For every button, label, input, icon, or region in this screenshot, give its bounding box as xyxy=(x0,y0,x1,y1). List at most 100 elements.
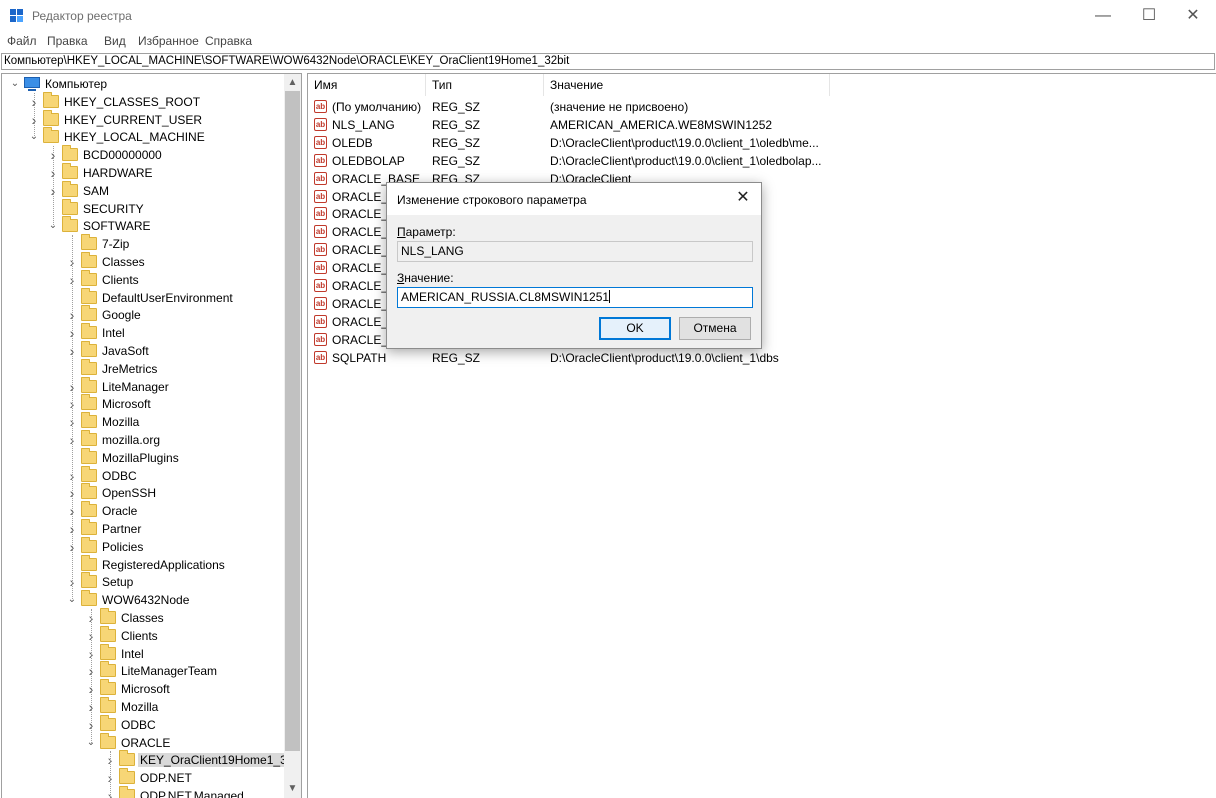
tree-item-label: MozillaPlugins xyxy=(102,450,179,465)
tree-item-label: ORACLE xyxy=(121,735,171,750)
tree-item[interactable]: › ODP.NET.Managed xyxy=(2,786,286,798)
folder-icon xyxy=(119,750,135,767)
tree-item[interactable]: › ODBC xyxy=(2,714,286,734)
value-row[interactable]: ab SQLPATH REG_SZ D:\OracleClient\product\1… xyxy=(308,349,1216,367)
tree-item[interactable]: › HARDWARE xyxy=(2,163,286,182)
value-row[interactable]: ab OLEDBOLAP REG_SZ D:\OracleClient\product… xyxy=(308,152,1216,170)
menu-favorites[interactable]: Избранное xyxy=(138,34,199,48)
folder-icon xyxy=(100,643,116,660)
column-header-name[interactable]: Имя xyxy=(308,74,426,96)
tree-item[interactable]: › ODP.NET xyxy=(2,768,286,787)
tree-item[interactable]: › Classes xyxy=(2,608,286,627)
tree-item[interactable]: ⌄ ORACLE xyxy=(2,732,286,752)
tree-item[interactable]: › Microsoft xyxy=(2,679,286,698)
tree-item-selected[interactable]: › KEY_OraClient19Home1_32bit xyxy=(2,750,301,769)
ok-button[interactable]: OK xyxy=(599,317,671,340)
folder-icon xyxy=(81,287,97,304)
tree-item[interactable]: › mozilla.org xyxy=(2,430,286,449)
menu-help[interactable]: Справка xyxy=(205,34,252,48)
tree-item[interactable]: › Intel xyxy=(2,323,286,342)
tree-item[interactable]: 7-Zip xyxy=(2,234,286,253)
tree-item[interactable]: › Mozilla xyxy=(2,412,286,431)
tree-item[interactable]: › Classes xyxy=(2,252,286,271)
tree-guide-line xyxy=(72,235,73,601)
tree-item[interactable]: ⌄ HKEY_LOCAL_MACHINE xyxy=(2,127,286,146)
tree-item[interactable]: ⌄ Компьютер xyxy=(2,75,286,93)
tree-item[interactable]: › Intel xyxy=(2,643,286,663)
tree-item[interactable]: SECURITY xyxy=(2,198,286,218)
string-value-icon: ab xyxy=(314,225,327,239)
tree-item-label: LiteManager xyxy=(102,379,169,394)
tree-item[interactable]: › Policies xyxy=(2,536,286,556)
value-value: D:\OracleClient\product\19.0.0\client_1\… xyxy=(550,350,779,365)
tree-item[interactable]: DefaultUserEnvironment xyxy=(2,287,286,307)
value-row[interactable]: ab NLS_LANG REG_SZ AMERICAN_AMERICA.WE8MSWI… xyxy=(308,116,1216,134)
tree-item[interactable]: ⌄ SOFTWARE xyxy=(2,216,286,235)
address-bar[interactable]: Компьютер\HKEY_LOCAL_MACHINE\SOFTWARE\WO… xyxy=(1,53,1215,70)
tree-item[interactable]: › HKEY_CURRENT_USER xyxy=(2,109,286,129)
folder-icon xyxy=(62,216,78,233)
column-header-type[interactable]: Тип xyxy=(426,74,544,96)
tree-item[interactable]: › ODBC xyxy=(2,465,286,485)
regedit-app-icon xyxy=(10,9,26,24)
value-type: REG_SZ xyxy=(432,153,481,168)
string-value-icon: ab xyxy=(314,243,327,257)
parameter-name-field[interactable]: NLS_LANG xyxy=(397,241,753,262)
tree-item[interactable]: › Oracle xyxy=(2,501,286,520)
tree-item[interactable]: › Google xyxy=(2,305,286,324)
column-header-value[interactable]: Значение xyxy=(544,74,830,96)
tree-item[interactable]: › JavaSoft xyxy=(2,341,286,360)
scroll-thumb[interactable] xyxy=(285,91,300,751)
string-value-icon: ab xyxy=(314,171,327,185)
tree-item[interactable]: › Partner xyxy=(2,519,286,538)
tree-item[interactable]: › SAM xyxy=(2,180,286,200)
value-name: SQLPATH xyxy=(332,350,387,365)
tree-item-label: Mozilla xyxy=(102,415,140,430)
close-icon[interactable]: ✕ xyxy=(733,188,753,208)
folder-icon xyxy=(100,661,116,678)
value-row[interactable]: ab (По умолчанию) REG_SZ (значение не присв… xyxy=(308,98,1216,116)
menu-edit[interactable]: Правка xyxy=(47,34,88,48)
menu-file[interactable]: Файл xyxy=(7,34,37,48)
cancel-button[interactable]: Отмена xyxy=(679,317,751,340)
close-window-button[interactable]: ✕ xyxy=(1170,0,1216,32)
value-data-input[interactable]: AMERICAN_RUSSIA.CL8MSWIN1251 xyxy=(397,287,753,308)
tree-item[interactable]: › Mozilla xyxy=(2,697,286,716)
menu-view[interactable]: Вид xyxy=(104,34,126,48)
tree-item[interactable]: › Clients xyxy=(2,269,286,289)
folder-icon xyxy=(81,590,97,607)
chevron-down-icon[interactable]: ⌄ xyxy=(8,76,22,92)
tree-item[interactable]: › Clients xyxy=(2,625,286,645)
minimize-button[interactable]: — xyxy=(1080,0,1126,32)
tree-item[interactable]: ⌄ WOW6432Node xyxy=(2,590,286,609)
tree-item-label: LiteManagerTeam xyxy=(121,664,218,679)
value-type: REG_SZ xyxy=(432,117,481,132)
folder-icon xyxy=(100,714,116,731)
tree-item[interactable]: MozillaPlugins xyxy=(2,447,286,467)
tree-item-label: OpenSSH xyxy=(102,486,157,501)
tree-item[interactable]: › OpenSSH xyxy=(2,483,286,502)
text-caret xyxy=(609,290,611,303)
tree-item[interactable]: › LiteManagerTeam xyxy=(2,661,286,680)
tree-item[interactable]: › BCD00000000 xyxy=(2,145,286,164)
tree-item[interactable]: › LiteManager xyxy=(2,376,286,396)
registry-tree[interactable]: ⌄ Компьютер › HKEY_CLASSES_ROOT › HKEY_CURREN… xyxy=(1,73,302,798)
tree-item[interactable]: RegisteredApplications xyxy=(2,554,286,574)
folder-icon xyxy=(100,732,116,749)
maximize-button[interactable]: ☐ xyxy=(1126,0,1172,32)
folder-icon xyxy=(43,109,59,126)
tree-item[interactable]: › HKEY_CLASSES_ROOT xyxy=(2,91,286,111)
scroll-down-button[interactable]: ▼ xyxy=(284,780,301,797)
edit-string-dialog: Изменение строкового параметра ✕ Парамет… xyxy=(386,182,762,349)
tree-item[interactable]: JreMetrics xyxy=(2,358,286,378)
scroll-up-button[interactable]: ▲ xyxy=(284,74,301,91)
tree-item-label: BCD00000000 xyxy=(83,148,162,163)
tree-item-label: Mozilla xyxy=(121,700,159,714)
value-row[interactable]: ab OLEDB REG_SZ D:\OracleClient\product\19.… xyxy=(308,134,1216,152)
value-value: D:\OracleClient\product\19.0.0\client_1\… xyxy=(550,135,819,150)
string-value-icon: ab xyxy=(314,135,327,149)
tree-item[interactable]: › Setup xyxy=(2,572,286,591)
tree-item[interactable]: › Microsoft xyxy=(2,394,286,413)
string-value-icon: ab xyxy=(314,117,327,131)
tree-scrollbar[interactable]: ▲ ▼ xyxy=(284,74,301,798)
